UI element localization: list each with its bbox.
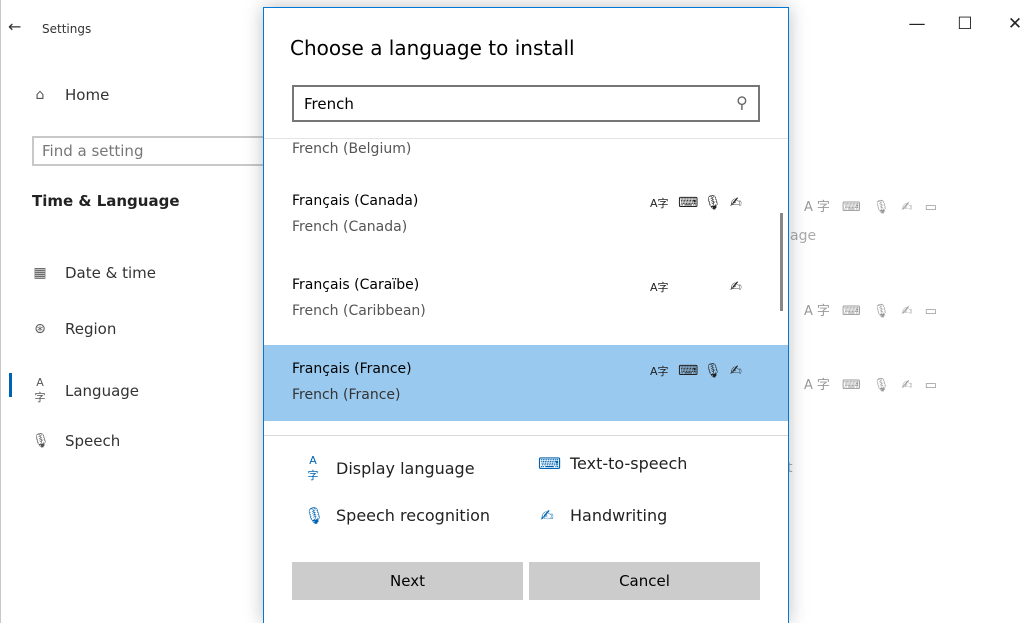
language-list[interactable]: French (Belgium) Français (Canada) Frenc…: [264, 138, 788, 434]
find-setting-input[interactable]: Find a setting: [32, 136, 272, 166]
language-english-name: French (Belgium): [292, 141, 412, 157]
search-value: French: [304, 95, 354, 113]
list-scrollbar-thumb[interactable]: [780, 213, 783, 311]
language-item-french-canada[interactable]: Français (Canada) French (Canada) A字 ⌨ 🎙…: [264, 177, 788, 253]
display-language-icon: A字: [650, 281, 669, 294]
language-install-dialog: Choose a language to install French ⚲ Fr…: [263, 7, 789, 623]
background-feature-icons: A字 ⌨ 🎙 ✍ ▭: [804, 378, 941, 393]
microphone-icon: 🎙: [704, 363, 722, 379]
sidebar-nav: ⌂ Home Find a setting Time & Language ▦ …: [0, 0, 272, 623]
language-item-french-france[interactable]: Français (France) French (France) A字 ⌨ 🎙…: [264, 345, 788, 421]
minimize-button[interactable]: —: [902, 14, 932, 34]
sidebar-item-date-time[interactable]: ▦ Date & time: [32, 264, 156, 282]
language-english-name: French (Caribbean): [292, 303, 426, 319]
sidebar-item-label: Region: [65, 320, 117, 338]
background-feature-icons: A字 ⌨ 🎙 ✍ ▭: [804, 304, 941, 319]
active-indicator: [9, 373, 12, 397]
sidebar-item-label: Speech: [65, 432, 121, 450]
legend-label: Text-to-speech: [570, 454, 688, 473]
handwriting-icon: ✍: [540, 506, 554, 525]
background-partial-text: age: [790, 228, 817, 244]
legend-label: Speech recognition: [336, 506, 491, 525]
language-item-french-caribbean[interactable]: Français (Caraïbe) French (Caribbean) A字…: [264, 261, 788, 337]
sidebar-item-home[interactable]: ⌂ Home: [32, 86, 110, 104]
microphone-icon: 🎙: [304, 506, 325, 525]
sidebar-item-label: Home: [65, 86, 110, 104]
display-language-icon: A字: [307, 454, 319, 482]
text-to-speech-icon: ⌨: [538, 454, 562, 473]
maximize-button[interactable]: ☐: [950, 14, 980, 34]
language-english-name: French (France): [292, 387, 401, 403]
next-button[interactable]: Next: [292, 562, 523, 600]
legend-speech-recognition: 🎙 Speech recognition: [304, 506, 490, 525]
language-english-name: French (Canada): [292, 219, 408, 235]
legend-display-language: A字 Display language: [304, 454, 475, 483]
sidebar-item-region[interactable]: ⊛ Region: [32, 320, 116, 338]
legend-label: Display language: [336, 459, 475, 478]
microphone-icon: 🎙: [32, 433, 50, 449]
home-icon: ⌂: [35, 87, 45, 103]
sidebar-item-label: Date & time: [65, 264, 156, 282]
legend-text-to-speech: ⌨ Text-to-speech: [538, 454, 687, 473]
display-language-icon: A字: [650, 365, 669, 378]
handwriting-icon: ✍: [730, 279, 742, 295]
text-to-speech-icon: ⌨: [678, 363, 699, 379]
dialog-title: Choose a language to install: [290, 36, 575, 60]
microphone-icon: 🎙: [704, 195, 722, 211]
background-feature-icons: A字 ⌨ 🎙 ✍ ▭: [804, 200, 941, 215]
language-search-input[interactable]: French ⚲: [292, 85, 760, 122]
cancel-button[interactable]: Cancel: [529, 562, 760, 600]
calendar-clock-icon: ▦: [33, 265, 47, 281]
legend-label: Handwriting: [570, 506, 668, 525]
sidebar-item-label: Language: [65, 381, 140, 400]
language-item-french-belgium[interactable]: French (Belgium): [264, 139, 788, 161]
legend-divider: [264, 435, 788, 436]
sidebar-item-speech[interactable]: 🎙 Speech: [32, 432, 120, 450]
text-to-speech-icon: ⌨: [678, 195, 699, 211]
section-heading: Time & Language: [32, 192, 180, 210]
language-native-name: Français (Caraïbe): [292, 277, 420, 293]
handwriting-icon: ✍: [730, 195, 742, 211]
display-language-icon: A字: [650, 197, 669, 210]
sidebar-item-language[interactable]: A字 Language: [32, 376, 140, 405]
legend-handwriting: ✍ Handwriting: [538, 506, 667, 525]
globe-icon: ⊛: [34, 321, 46, 337]
language-icon: A字: [34, 376, 46, 404]
search-icon[interactable]: ⚲: [736, 93, 748, 112]
close-button[interactable]: ✕: [1000, 14, 1030, 34]
handwriting-icon: ✍: [730, 363, 742, 379]
